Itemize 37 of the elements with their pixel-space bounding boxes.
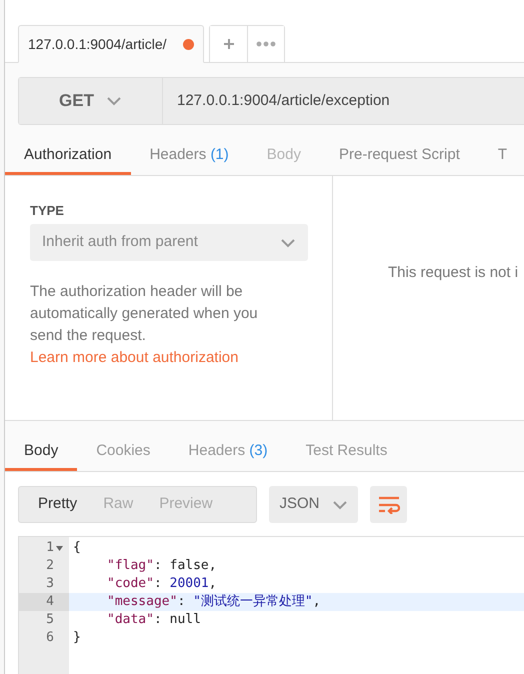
more-icon xyxy=(256,41,276,47)
response-tab[interactable]: Test Results xyxy=(286,434,406,471)
view-mode-button[interactable]: Raw xyxy=(90,487,146,522)
auth-note: This request is not i xyxy=(388,263,518,283)
response-tab[interactable]: Body xyxy=(5,434,78,471)
section-tab[interactable]: Pre-request Script xyxy=(320,139,479,175)
type-label: TYPE xyxy=(30,202,65,220)
line-number: 6 xyxy=(46,629,54,648)
format-dropdown[interactable]: JSON xyxy=(269,486,358,523)
view-mode-button[interactable]: Preview xyxy=(146,487,226,522)
wrap-lines-button[interactable] xyxy=(370,486,407,523)
code-line: { xyxy=(72,539,82,557)
request-tab[interactable]: 127.0.0.1:9004/article/ xyxy=(18,25,204,63)
code-line: } xyxy=(72,629,82,647)
fold-caret-icon[interactable] xyxy=(56,546,63,550)
code-line: "data": null xyxy=(106,611,202,629)
learn-more-link[interactable]: Learn more about authorization xyxy=(30,349,238,366)
more-button[interactable] xyxy=(247,26,284,62)
auth-description: The authorization header will be automatically generated when you send the request. Learn more about authorization xyxy=(30,282,259,368)
line-number: 4 xyxy=(46,593,54,612)
code-line: "flag": false, xyxy=(106,557,218,575)
response-tab[interactable]: Cookies xyxy=(77,434,170,471)
section-tab[interactable]: Headers (1) xyxy=(130,139,248,175)
section-tab[interactable]: Authorization xyxy=(5,139,131,175)
line-number: 2 xyxy=(46,557,54,576)
section-tab[interactable]: T xyxy=(478,139,524,175)
code-line: "code": 20001, xyxy=(106,575,218,593)
line-number: 5 xyxy=(46,611,54,630)
line-number: 3 xyxy=(46,575,54,594)
plus-icon xyxy=(222,38,234,50)
view-mode-button[interactable]: Pretty xyxy=(25,487,90,522)
wrap-lines-icon xyxy=(378,496,400,514)
chevron-down-icon xyxy=(332,500,348,510)
auth-type-dropdown[interactable]: Inherit auth from parent xyxy=(30,224,308,261)
response-tab[interactable]: Headers (3) xyxy=(169,434,287,471)
chevron-down-icon xyxy=(280,238,296,248)
line-number: 1 xyxy=(46,539,54,558)
